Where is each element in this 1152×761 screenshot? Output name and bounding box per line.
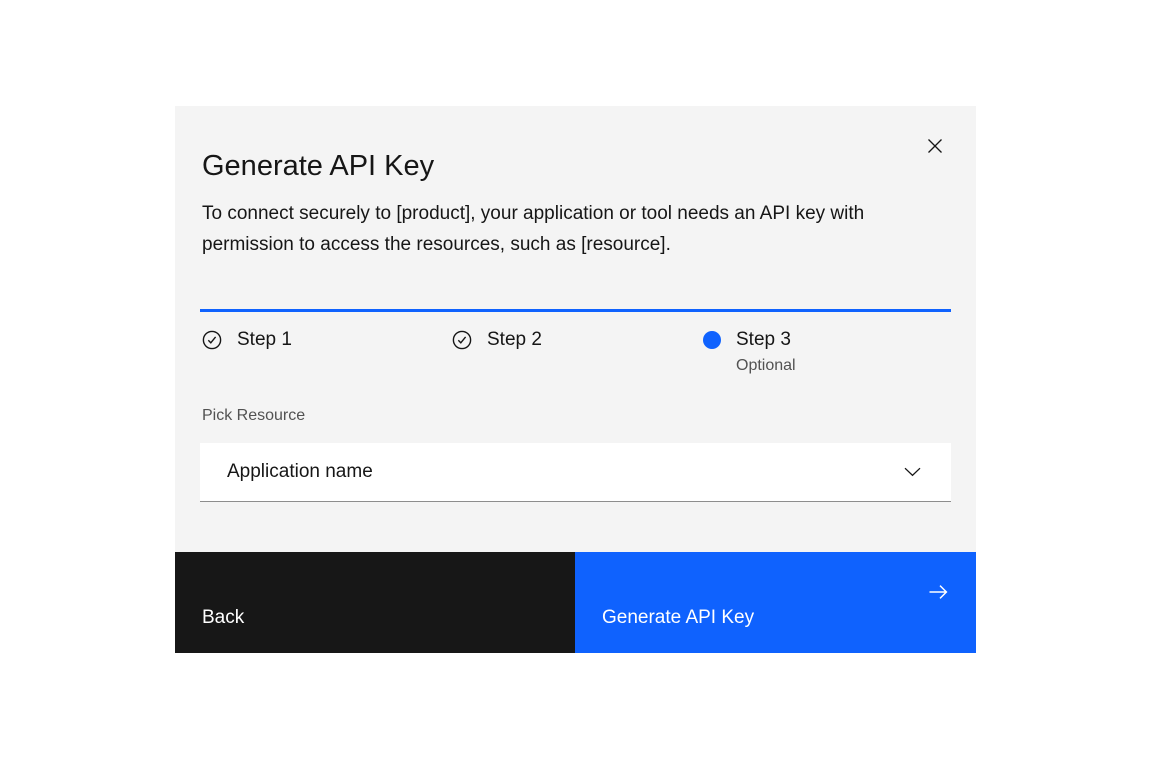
progress-step-2[interactable]: Step 2 — [450, 327, 700, 377]
arrow-right-icon — [927, 581, 949, 603]
current-step-dot-icon — [703, 331, 721, 349]
dropdown-selected-value: Application name — [227, 461, 373, 483]
progress-step-1[interactable]: Step 1 — [200, 327, 450, 377]
close-icon — [925, 136, 945, 156]
progress-step-3-current[interactable]: Step 3 Optional — [700, 327, 950, 377]
step-label: Step 1 — [237, 329, 292, 350]
step-label: Step 3 — [736, 329, 791, 350]
checkmark-circle-icon — [452, 330, 472, 350]
step-optional-label: Optional — [736, 355, 796, 377]
step-label: Step 2 — [487, 329, 542, 350]
generate-api-key-modal: Generate API Key To connect securely to … — [175, 106, 976, 653]
close-button[interactable] — [919, 130, 951, 162]
progress-indicator: Step 1 Step 2 Step 3 Optional — [200, 327, 951, 377]
generate-api-key-button[interactable]: Generate API Key — [575, 552, 976, 653]
progress-indicator-line — [200, 309, 951, 312]
back-button[interactable]: Back — [175, 552, 575, 653]
dropdown-field-label: Pick Resource — [202, 405, 305, 426]
modal-title: Generate API Key — [202, 149, 434, 183]
chevron-down-icon — [904, 467, 921, 477]
resource-dropdown[interactable]: Application name — [200, 443, 951, 502]
primary-button-label: Generate API Key — [602, 607, 754, 628]
checkmark-circle-icon — [202, 330, 222, 350]
modal-footer: Back Generate API Key — [175, 552, 976, 653]
modal-description: To connect securely to [product], your a… — [202, 198, 918, 260]
